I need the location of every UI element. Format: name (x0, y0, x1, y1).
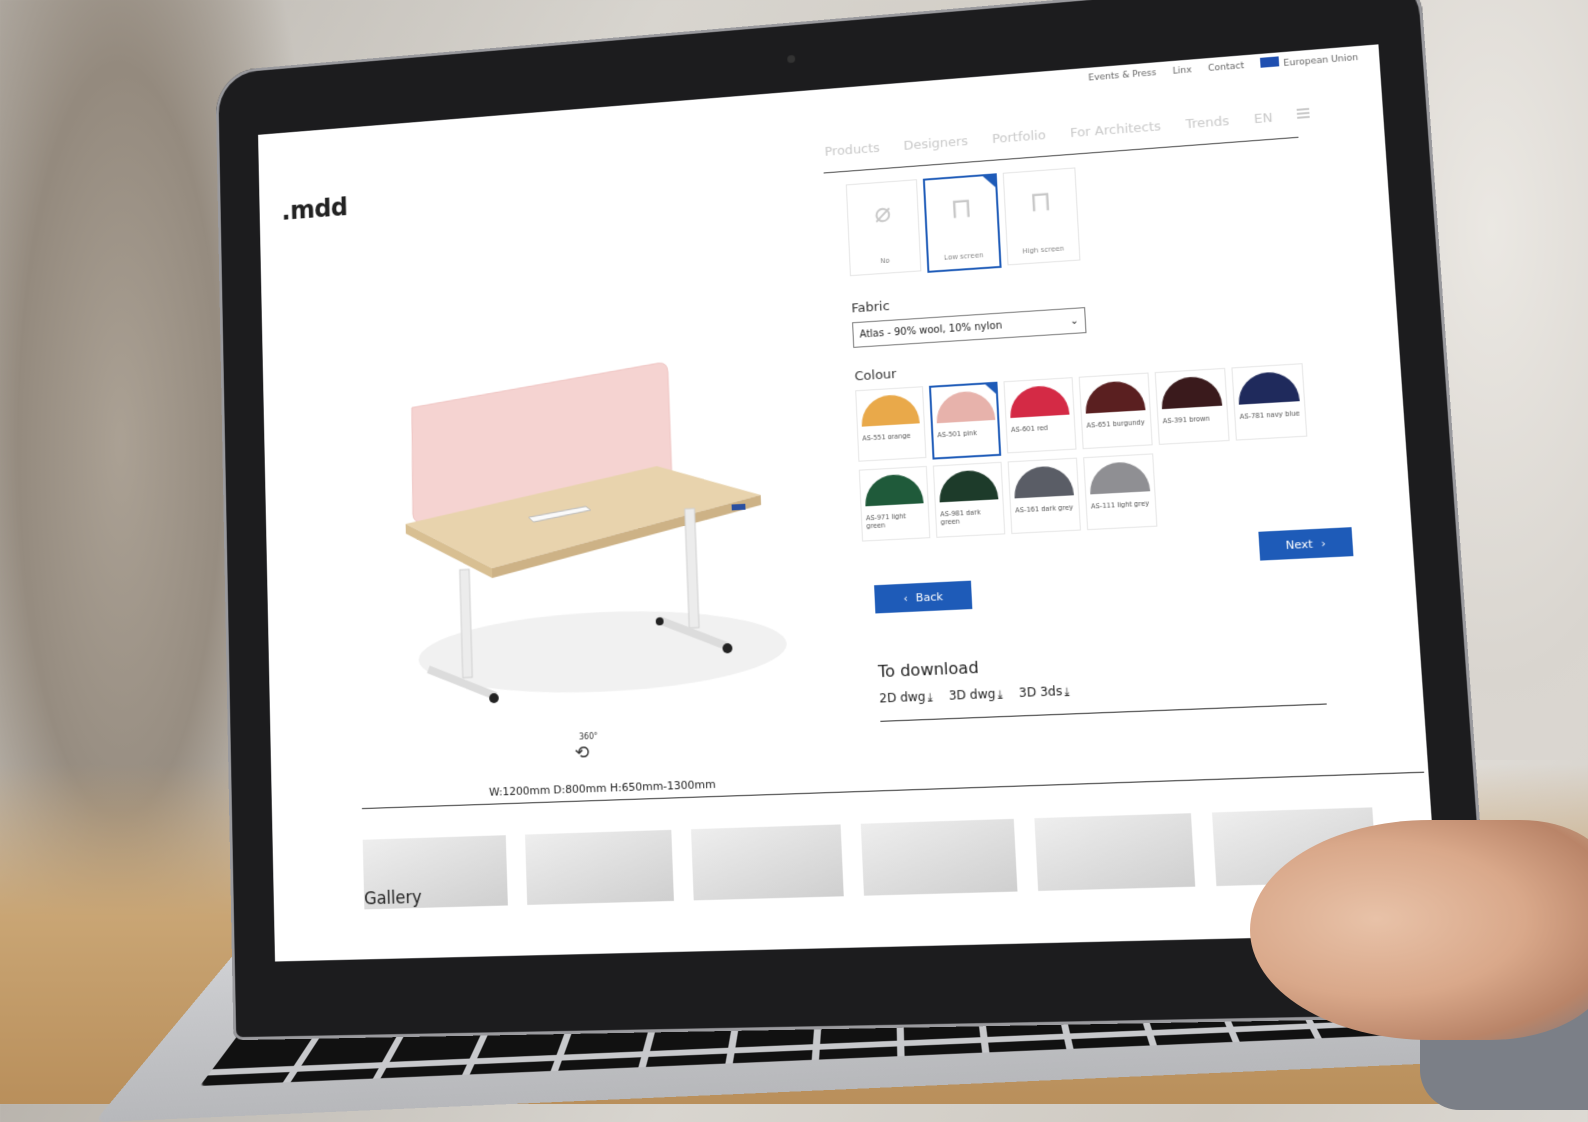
next-button[interactable]: Next › (1258, 527, 1354, 561)
swatch-label: AS-551 orange (862, 431, 911, 443)
gallery-thumbnail[interactable] (1034, 813, 1196, 891)
colour-swatch[interactable]: AS-971 light green (858, 465, 931, 542)
main-nav: Products Designers Portfolio For Archite… (824, 107, 1311, 160)
user-hand (1250, 820, 1588, 1040)
colour-swatch[interactable]: AS-551 orange (855, 386, 927, 462)
chevron-down-icon: ⌄ (1069, 315, 1079, 327)
nav-trends[interactable]: Trends (1185, 114, 1229, 132)
gallery-thumbnail[interactable] (525, 829, 674, 905)
colour-swatch[interactable]: AS-501 pink (928, 381, 1002, 460)
chevron-left-icon: ‹ (903, 591, 909, 605)
swatch-label: AS-501 pink (937, 429, 978, 440)
fabric-select-value: Atlas - 90% wool, 10% nylon (859, 320, 1003, 341)
colour-swatches: AS-551 orange AS-501 pink AS-601 red AS-651… (855, 360, 1357, 542)
contact-link[interactable]: Contact (1208, 61, 1245, 74)
colour-swatch[interactable]: AS-981 dark green (932, 461, 1006, 538)
fabric-label: Fabric (851, 299, 891, 317)
selected-marker (985, 383, 996, 395)
swatch-colour-chip (935, 389, 996, 424)
hamburger-menu-icon[interactable] (1297, 107, 1311, 119)
linx-link[interactable]: Linx (1172, 65, 1192, 76)
nav-portfolio[interactable]: Portfolio (992, 128, 1046, 147)
screen-option-no[interactable]: ⌀ No (845, 179, 922, 277)
swatch-colour-chip (1237, 370, 1300, 405)
download-3d-dwg[interactable]: 3D dwg⤓ (948, 686, 1002, 703)
swatch-colour-chip (1084, 379, 1146, 414)
colour-swatch[interactable]: AS-651 burgundy (1078, 372, 1153, 450)
download-divider (880, 703, 1327, 722)
swatch-colour-chip (1160, 375, 1223, 410)
swatch-label: AS-971 light green (865, 512, 907, 531)
download-icon: ⤓ (997, 687, 1003, 701)
screen-option-high[interactable]: ⊓ High screen (1002, 167, 1081, 266)
rotate-360-label: 360° (578, 731, 598, 742)
swatch-colour-chip (860, 393, 920, 427)
download-3d-3ds[interactable]: 3D 3ds⤓ (1018, 684, 1069, 701)
swatch-label: AS-981 dark green (940, 508, 981, 527)
nav-for-architects[interactable]: For Architects (1070, 119, 1162, 141)
language-selector[interactable]: EN (1254, 111, 1274, 127)
webcam (787, 54, 796, 64)
swatch-label: AS-161 dark grey (1015, 503, 1074, 515)
colour-swatch[interactable]: AS-391 brown (1154, 367, 1230, 445)
high-screen-icon: ⊓ (1028, 183, 1053, 218)
colour-swatch[interactable]: AS-111 light grey (1083, 453, 1158, 531)
selected-marker (982, 175, 996, 189)
gallery-thumbnails (362, 807, 1378, 910)
swatch-colour-chip (864, 473, 924, 507)
chevron-right-icon: › (1320, 536, 1327, 550)
screen-option-low[interactable]: ⊓ Low screen (922, 173, 1002, 273)
events-press-link[interactable]: Events & Press (1088, 68, 1157, 83)
product-dimensions: W:1200mm D:800mm H:650mm-1300mm (488, 777, 717, 799)
gallery-thumbnail[interactable] (860, 818, 1018, 896)
swatch-colour-chip (1088, 460, 1151, 495)
swatch-colour-chip (1013, 464, 1074, 499)
gallery-thumbnail[interactable] (691, 824, 844, 901)
screen-options: ⌀ No ⊓ Low screen ⊓ High screen (845, 148, 1339, 278)
eu-flag-icon (1260, 56, 1280, 68)
swatch-colour-chip (1008, 384, 1070, 419)
gallery-title: Gallery (363, 887, 422, 910)
colour-swatch[interactable]: AS-781 navy blue (1231, 363, 1308, 441)
step-buttons: Next › ‹ Back (863, 527, 1363, 622)
nav-products[interactable]: Products (824, 141, 880, 160)
utility-bar: Events & Press Linx Contact European Uni… (1088, 50, 1359, 84)
swatch-label: AS-601 red (1010, 423, 1048, 435)
rotate-360-icon[interactable]: ⟲ (574, 742, 602, 764)
swatch-colour-chip (938, 469, 999, 503)
none-icon: ⌀ (873, 195, 892, 229)
brand-logo[interactable]: .mdd (281, 193, 348, 226)
nav-designers[interactable]: Designers (903, 134, 968, 154)
colour-swatch[interactable]: AS-161 dark grey (1007, 457, 1081, 535)
swatch-label: AS-391 brown (1162, 414, 1211, 426)
swatch-label: AS-651 burgundy (1086, 418, 1145, 430)
product-3d-view[interactable] (381, 257, 809, 710)
colour-swatch[interactable]: AS-601 red (1003, 377, 1077, 454)
download-2d-dwg[interactable]: 2D dwg⤓ (879, 689, 933, 706)
swatch-label: AS-781 navy blue (1239, 409, 1301, 421)
product-configurator: ⌀ No ⊓ Low screen ⊓ High screen Fabric A… (845, 148, 1370, 722)
region-selector[interactable]: European Union (1260, 50, 1359, 71)
download-icon: ⤓ (927, 690, 933, 704)
back-button[interactable]: ‹ Back (874, 580, 973, 614)
desk-render (404, 257, 789, 710)
laptop-screen: Events & Press Linx Contact European Uni… (258, 44, 1440, 962)
swatch-label: AS-111 light grey (1090, 499, 1150, 511)
download-icon: ⤓ (1063, 684, 1070, 699)
